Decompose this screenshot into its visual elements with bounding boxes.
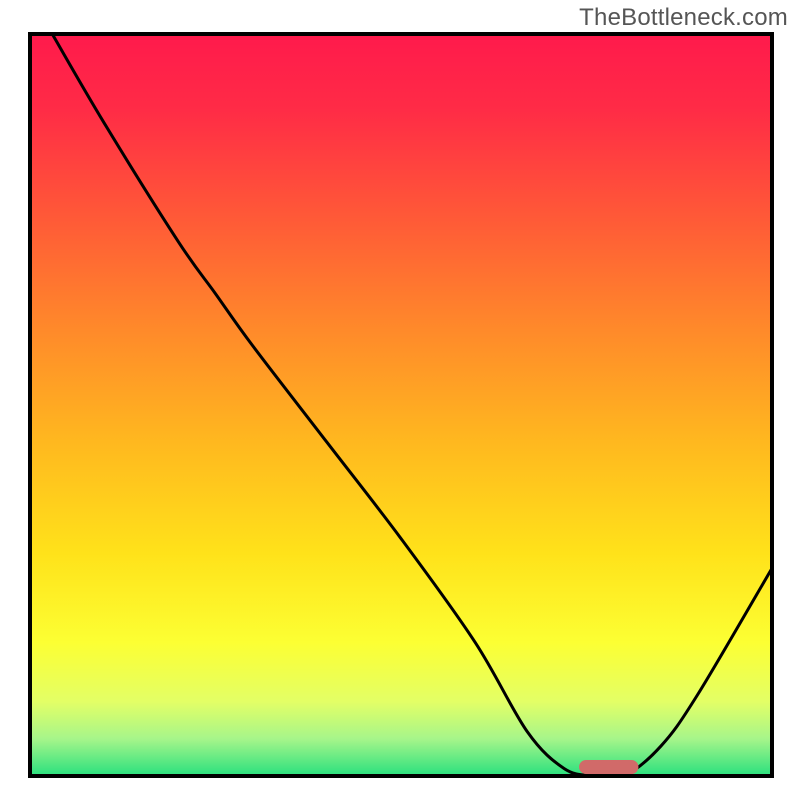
optimal-range-marker	[579, 760, 638, 774]
chart-container: TheBottleneck.com	[0, 0, 800, 800]
plot-background-gradient	[30, 34, 772, 776]
watermark-label: TheBottleneck.com	[579, 4, 788, 32]
bottleneck-chart	[0, 0, 800, 800]
